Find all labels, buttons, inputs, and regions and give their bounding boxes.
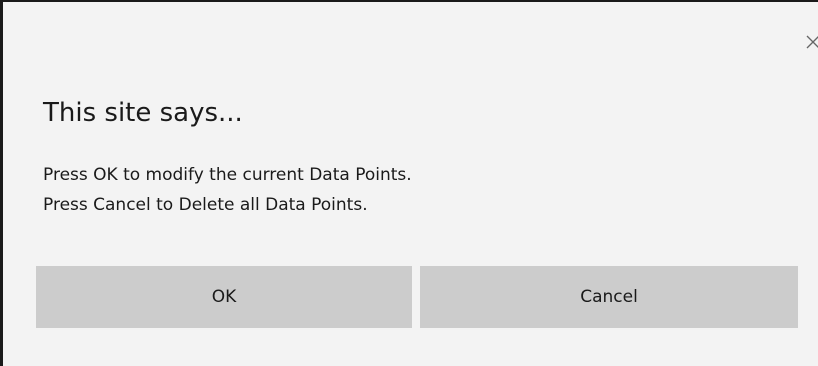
cancel-button[interactable]: Cancel <box>420 266 798 328</box>
ok-button[interactable]: OK <box>36 266 412 328</box>
close-button[interactable] <box>803 32 818 56</box>
alert-dialog: This site says... Press OK to modify the… <box>0 0 818 366</box>
message-line: Press OK to modify the current Data Poin… <box>43 165 412 185</box>
close-icon <box>806 35 818 49</box>
message-line: Press Cancel to Delete all Data Points. <box>43 195 368 215</box>
dialog-message: Press OK to modify the current Data Poin… <box>43 160 412 220</box>
dialog-title: This site says... <box>43 98 243 128</box>
